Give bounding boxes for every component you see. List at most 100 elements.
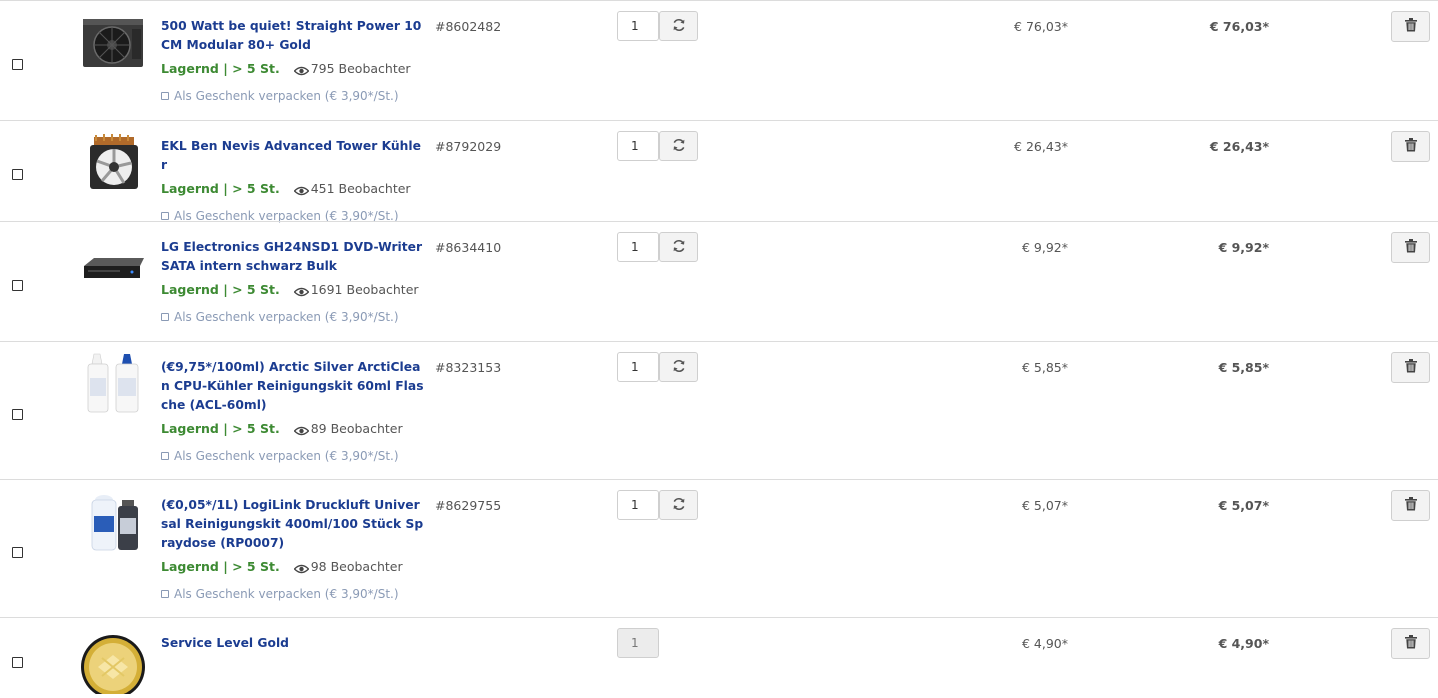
eye-icon xyxy=(293,561,310,579)
unit-price: € 4,90* xyxy=(1021,636,1068,651)
delete-item-button[interactable] xyxy=(1391,232,1430,263)
product-image[interactable] xyxy=(80,11,146,77)
unit-price: € 26,43* xyxy=(1014,139,1068,154)
update-quantity-button[interactable] xyxy=(659,11,698,41)
gift-wrap-checkbox[interactable] xyxy=(161,92,169,100)
gift-wrap-option[interactable]: Als Geschenk verpacken (€ 3,90*/St.) xyxy=(161,88,425,104)
select-checkbox[interactable] xyxy=(12,657,23,668)
product-title-link[interactable]: Service Level Gold xyxy=(161,634,425,653)
unit-price: € 5,85* xyxy=(1021,360,1068,375)
product-info: Service Level Gold xyxy=(161,634,425,653)
cart-row: 500 Watt be quiet! Straight Power 10 CM … xyxy=(0,0,1438,120)
product-meta: Lagernd | > 5 St. 98 Beobachter xyxy=(161,558,425,579)
refresh-icon xyxy=(672,137,686,156)
product-title-link[interactable]: LG Electronics GH24NSD1 DVD-Writer SATA … xyxy=(161,238,425,276)
watcher-count: 98 Beobachter xyxy=(310,559,403,574)
refresh-icon xyxy=(672,358,686,377)
product-info: LG Electronics GH24NSD1 DVD-Writer SATA … xyxy=(161,238,425,325)
quantity-input[interactable] xyxy=(617,131,659,161)
refresh-icon xyxy=(672,238,686,257)
stock-status: Lagernd | > 5 St. xyxy=(161,559,280,574)
gift-wrap-checkbox[interactable] xyxy=(161,590,169,598)
quantity-input[interactable] xyxy=(617,490,659,520)
gift-wrap-checkbox[interactable] xyxy=(161,212,169,220)
trash-icon xyxy=(1404,238,1417,257)
product-info: (€0,05*/1L) LogiLink Druckluft Universal… xyxy=(161,496,425,602)
quantity-input[interactable] xyxy=(617,232,659,262)
select-checkbox[interactable] xyxy=(12,169,23,180)
update-quantity-button[interactable] xyxy=(659,352,698,382)
product-info: 500 Watt be quiet! Straight Power 10 CM … xyxy=(161,17,425,104)
product-info: (€9,75*/100ml) Arctic Silver ArctiClean … xyxy=(161,358,425,464)
cart-row: LG Electronics GH24NSD1 DVD-Writer SATA … xyxy=(0,221,1438,341)
product-title-link[interactable]: 500 Watt be quiet! Straight Power 10 CM … xyxy=(161,17,425,55)
quantity-input[interactable] xyxy=(617,352,659,382)
select-checkbox[interactable] xyxy=(12,409,23,420)
product-title-link[interactable]: EKL Ben Nevis Advanced Tower Kühler xyxy=(161,137,425,175)
refresh-icon xyxy=(672,17,686,36)
delete-item-button[interactable] xyxy=(1391,490,1430,521)
product-meta: Lagernd | > 5 St. 451 Beobachter xyxy=(161,180,425,201)
product-image[interactable] xyxy=(80,131,146,197)
trash-icon xyxy=(1404,496,1417,515)
line-total: € 5,85* xyxy=(1218,360,1269,375)
trash-icon xyxy=(1404,137,1417,156)
select-checkbox[interactable] xyxy=(12,547,23,558)
product-image[interactable] xyxy=(80,352,146,418)
quantity-input[interactable] xyxy=(617,11,659,41)
delete-item-button[interactable] xyxy=(1391,628,1430,659)
watcher-count: 795 Beobachter xyxy=(310,61,411,76)
delete-item-button[interactable] xyxy=(1391,352,1430,383)
line-total: € 4,90* xyxy=(1218,636,1269,651)
product-meta: Lagernd | > 5 St. 89 Beobachter xyxy=(161,420,425,441)
refresh-icon xyxy=(672,496,686,515)
product-image[interactable] xyxy=(80,490,146,556)
stock-status: Lagernd | > 5 St. xyxy=(161,282,280,297)
stock-status: Lagernd | > 5 St. xyxy=(161,181,280,196)
gift-wrap-label: Als Geschenk verpacken (€ 3,90*/St.) xyxy=(174,89,399,103)
eye-icon xyxy=(293,63,310,81)
stock-status: Lagernd | > 5 St. xyxy=(161,61,280,76)
watcher-count: 451 Beobachter xyxy=(310,181,411,196)
line-total: € 5,07* xyxy=(1218,498,1269,513)
cart-row: (€9,75*/100ml) Arctic Silver ArctiClean … xyxy=(0,341,1438,479)
select-checkbox[interactable] xyxy=(12,280,23,291)
update-quantity-button[interactable] xyxy=(659,131,698,161)
gift-wrap-label: Als Geschenk verpacken (€ 3,90*/St.) xyxy=(174,587,399,601)
product-image[interactable] xyxy=(80,628,146,698)
article-number: #8602482 xyxy=(435,19,502,34)
product-info: EKL Ben Nevis Advanced Tower Kühler Lage… xyxy=(161,137,425,224)
select-checkbox[interactable] xyxy=(12,59,23,70)
gift-wrap-option[interactable]: Als Geschenk verpacken (€ 3,90*/St.) xyxy=(161,448,425,464)
product-title-link[interactable]: (€0,05*/1L) LogiLink Druckluft Universal… xyxy=(161,496,425,553)
gift-wrap-checkbox[interactable] xyxy=(161,452,169,460)
watcher-count: 89 Beobachter xyxy=(310,421,403,436)
product-meta: Lagernd | > 5 St. 795 Beobachter xyxy=(161,60,425,81)
delete-item-button[interactable] xyxy=(1391,131,1430,162)
gift-wrap-checkbox[interactable] xyxy=(161,313,169,321)
update-quantity-button[interactable] xyxy=(659,490,698,520)
stock-status: Lagernd | > 5 St. xyxy=(161,421,280,436)
line-total: € 9,92* xyxy=(1218,240,1269,255)
article-number: #8792029 xyxy=(435,139,502,154)
trash-icon xyxy=(1404,358,1417,377)
cart-items: 500 Watt be quiet! Straight Power 10 CM … xyxy=(0,0,1438,698)
gift-wrap-option[interactable]: Als Geschenk verpacken (€ 3,90*/St.) xyxy=(161,586,425,602)
gift-wrap-option[interactable]: Als Geschenk verpacken (€ 3,90*/St.) xyxy=(161,309,425,325)
delete-item-button[interactable] xyxy=(1391,11,1430,42)
product-title-link[interactable]: (€9,75*/100ml) Arctic Silver ArctiClean … xyxy=(161,358,425,415)
product-meta: Lagernd | > 5 St. 1691 Beobachter xyxy=(161,281,425,302)
watcher-count: 1691 Beobachter xyxy=(310,282,419,297)
trash-icon xyxy=(1404,634,1417,653)
update-quantity-button[interactable] xyxy=(659,232,698,262)
gift-wrap-label: Als Geschenk verpacken (€ 3,90*/St.) xyxy=(174,449,399,463)
gift-wrap-label: Als Geschenk verpacken (€ 3,90*/St.) xyxy=(174,310,399,324)
cart-row: (€0,05*/1L) LogiLink Druckluft Universal… xyxy=(0,479,1438,617)
unit-price: € 76,03* xyxy=(1014,19,1068,34)
article-number: #8323153 xyxy=(435,360,502,375)
unit-price: € 9,92* xyxy=(1021,240,1068,255)
product-image[interactable] xyxy=(80,232,146,298)
eye-icon xyxy=(293,183,310,201)
cart-row: Service Level Gold € 4,90* € 4,90* xyxy=(0,617,1438,698)
article-number: #8634410 xyxy=(435,240,502,255)
